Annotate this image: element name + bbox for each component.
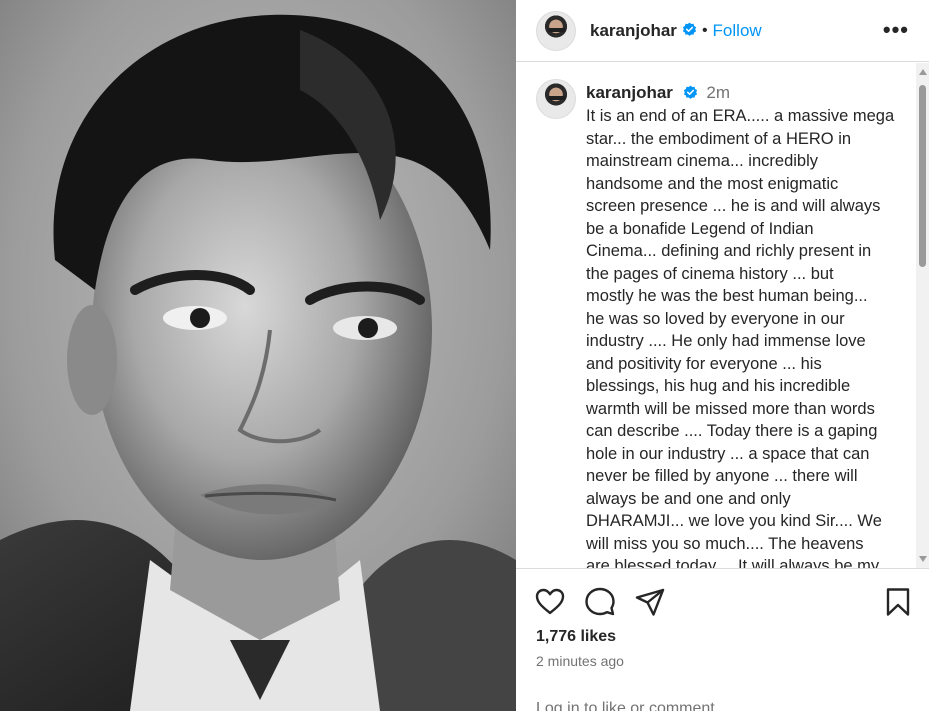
caption-header: karanjohar 2m bbox=[586, 83, 730, 103]
follow-button[interactable]: Follow bbox=[713, 21, 762, 41]
portrait-image bbox=[0, 0, 516, 711]
caption-line: screen presence ... he is and will alway… bbox=[586, 197, 881, 215]
caption-section: karanjohar 2m It is an end of an ERA....… bbox=[516, 63, 929, 568]
comment-icon[interactable] bbox=[584, 586, 616, 618]
caption-line: always be and one and only bbox=[586, 489, 791, 508]
scrollbar-thumb[interactable] bbox=[919, 85, 926, 267]
caption-line: star... the embodiment of a HERO in bbox=[586, 129, 852, 148]
post-photo bbox=[0, 0, 516, 711]
author-avatar[interactable] bbox=[536, 10, 576, 51]
caption-line: never be filled by anyone ... there will bbox=[586, 467, 858, 485]
caption-line: are blessed today.... It will always be … bbox=[586, 557, 880, 568]
heart-icon[interactable] bbox=[534, 586, 566, 618]
scroll-down-arrow-icon[interactable] bbox=[919, 556, 927, 562]
caption-line: will miss you so much.... The heavens bbox=[586, 534, 864, 553]
author-username[interactable]: karanjohar bbox=[590, 21, 677, 41]
caption-scrollbar[interactable] bbox=[916, 63, 929, 568]
scroll-up-arrow-icon[interactable] bbox=[919, 69, 927, 75]
caption-line: be a bonafide Legend of Indian bbox=[586, 219, 814, 238]
caption-line: warmth will be missed more than words bbox=[586, 399, 875, 418]
posted-timestamp: 2 minutes ago bbox=[536, 653, 624, 669]
caption-line: DHARAMJI... we love you kind Sir.... We bbox=[586, 512, 882, 530]
caption-line: mostly he was the best human being... bbox=[586, 287, 868, 305]
post-header: karanjohar • Follow ••• bbox=[516, 0, 929, 62]
divider bbox=[516, 568, 929, 569]
caption-line: blessings, his hug and his incredible bbox=[586, 377, 851, 395]
bookmark-icon[interactable] bbox=[882, 586, 914, 618]
caption-line: and positivity for everyone ... his bbox=[586, 354, 822, 373]
caption-username[interactable]: karanjohar bbox=[586, 83, 673, 102]
caption-line: industry .... He only had immense love bbox=[586, 332, 866, 350]
caption-line: mainstream cinema... incredibly bbox=[586, 152, 818, 170]
caption-line: handsome and the most enigmatic bbox=[586, 174, 839, 193]
caption-line: Cinema... defining and richly present in bbox=[586, 242, 872, 260]
more-options-icon[interactable]: ••• bbox=[883, 17, 909, 43]
action-bar bbox=[516, 582, 929, 622]
caption-timestamp: 2m bbox=[706, 83, 731, 102]
login-prompt[interactable]: Log in to like or comment. bbox=[536, 700, 719, 711]
verified-badge-icon bbox=[682, 22, 696, 36]
verified-badge-icon bbox=[683, 85, 697, 99]
header-separator: • bbox=[701, 21, 708, 39]
caption-line: the pages of cinema history ... but bbox=[586, 264, 834, 283]
paper-plane-icon[interactable] bbox=[634, 586, 666, 618]
caption-line: hole in our industry ... a space that ca… bbox=[586, 444, 870, 463]
likes-count[interactable]: 1,776 likes bbox=[536, 628, 616, 646]
caption-line: he was so loved by everyone in our bbox=[586, 309, 845, 328]
caption-line: It is an end of an ERA..... a massive me… bbox=[586, 107, 895, 125]
caption-line: can describe .... Today there is a gapin… bbox=[586, 422, 878, 440]
caption-author-avatar[interactable] bbox=[536, 79, 576, 119]
caption-text: It is an end of an ERA..... a massive me… bbox=[586, 105, 904, 568]
post-side-panel: karanjohar • Follow ••• karanjohar 2m It… bbox=[516, 0, 929, 711]
